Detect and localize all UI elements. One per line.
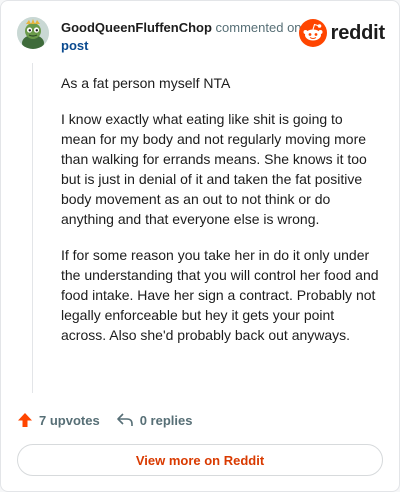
comment-paragraph: If for some reason you take her in do it… (61, 247, 379, 343)
reply-count: 0 replies (139, 412, 193, 428)
action-text: commented on (215, 20, 302, 35)
comment-body: As a fat person myself NTA I know exactl… (61, 73, 379, 361)
comment-meta: GoodQueenFluffenChop commented on post (61, 19, 311, 55)
comment-paragraph: As a fat person myself NTA (61, 75, 231, 91)
thread-line (32, 63, 33, 393)
comment-actions: 7 upvotes 0 replies (17, 409, 192, 431)
upvote-button[interactable]: 7 upvotes (17, 412, 100, 428)
upvote-count: 7 upvotes (39, 412, 100, 428)
reddit-comment-embed: GoodQueenFluffenChop commented on post r… (0, 0, 400, 492)
avatar[interactable] (17, 17, 49, 49)
reddit-wordmark: reddit (330, 21, 386, 44)
username[interactable]: GoodQueenFluffenChop (61, 20, 212, 35)
reply-button[interactable]: 0 replies (116, 412, 193, 428)
reply-arrow-icon (116, 413, 133, 426)
upvote-arrow-icon (18, 413, 32, 427)
reddit-snoo-icon (298, 19, 327, 47)
view-more-button[interactable]: View more on Reddit (17, 444, 383, 476)
comment-header: GoodQueenFluffenChop commented on post r… (17, 15, 385, 55)
reddit-logo[interactable]: reddit (298, 19, 386, 47)
avatar-icon (17, 17, 49, 49)
post-link[interactable]: post (61, 38, 88, 53)
comment-paragraph: I know exactly what eating like shit is … (61, 111, 367, 227)
